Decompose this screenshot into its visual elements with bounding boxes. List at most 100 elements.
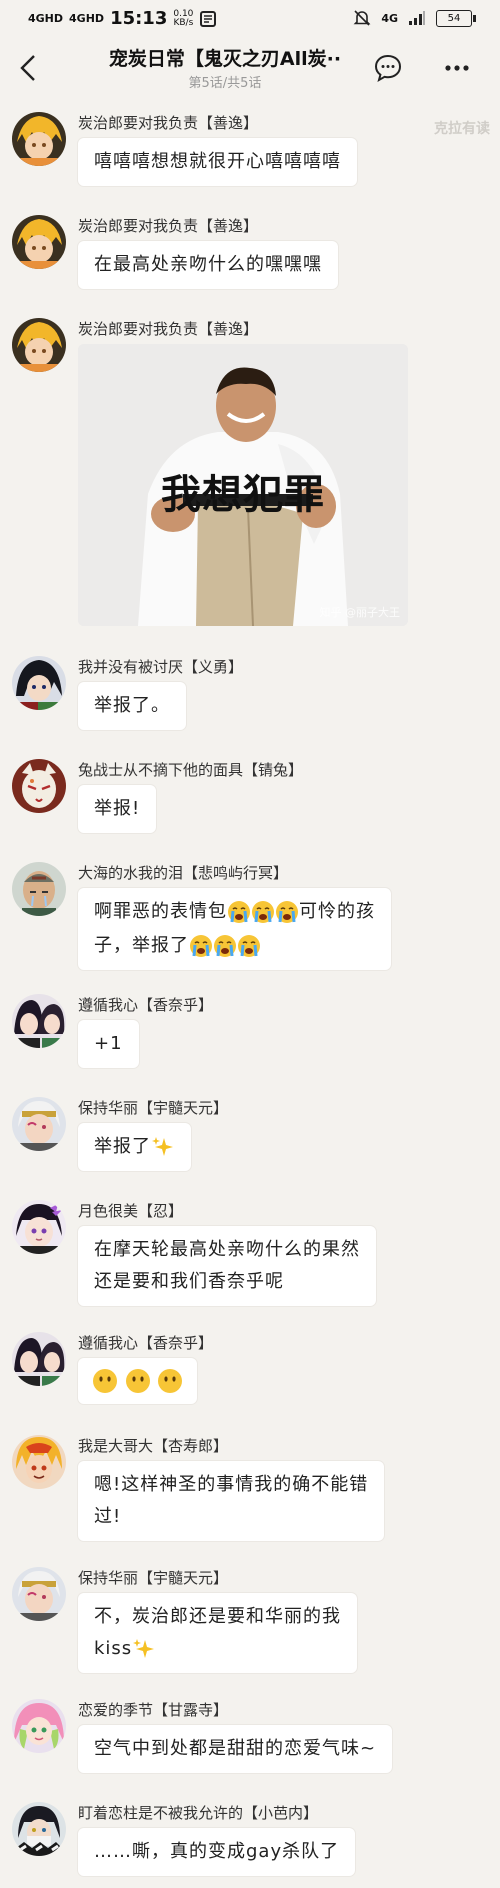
sender-name: 保持华丽【宇髓天元】	[78, 1099, 229, 1117]
zenitsu-avatar-icon	[12, 318, 66, 372]
comment-button[interactable]	[372, 52, 404, 84]
message-text: 子，举报了	[94, 935, 189, 956]
avatar[interactable]	[12, 318, 66, 372]
sender-name: 保持华丽【宇髓天元】	[78, 1569, 229, 1587]
crying-emoji-icon	[228, 901, 250, 923]
avatar[interactable]	[12, 656, 66, 710]
watermark: 克拉有读	[434, 121, 490, 137]
avatar[interactable]	[12, 1802, 66, 1856]
crying-emoji-icon	[214, 935, 236, 957]
message-text: 还是要和我们香奈乎呢	[94, 1271, 284, 1292]
message-bubble[interactable]: 举报!	[78, 785, 157, 833]
status-left: 4GHD 4GHD 15:13 0.10 KB/s	[28, 8, 217, 29]
signal-2-label: 4GHD	[69, 12, 105, 25]
message-bubble[interactable]: 举报了。	[78, 682, 186, 730]
rengoku-avatar-icon	[12, 1435, 66, 1489]
avatar[interactable]	[12, 215, 66, 269]
notification-icon	[200, 10, 217, 27]
message-bubble[interactable]: 嘻嘻嘻想想就很开心嘻嘻嘻嘻	[78, 138, 357, 186]
neutral-face-emoji-icon	[125, 1369, 150, 1393]
zenitsu-avatar-icon	[12, 215, 66, 269]
avatar[interactable]	[12, 1699, 66, 1753]
avatar[interactable]	[12, 1200, 66, 1254]
sender-name: 炭治郎要对我负责【善逸】	[78, 114, 259, 132]
net-speed: 0.10 KB/s	[173, 9, 194, 28]
sender-name: 大海的水我的泪【悲鸣屿行冥】	[78, 864, 289, 882]
message-text: 嗯!这样神圣的事情我的确不能错	[94, 1474, 369, 1495]
message-bubble[interactable]: 不，炭治郎还是要和华丽的我 kiss	[78, 1593, 357, 1673]
page-title-text: 宠炭日常【鬼灭之刃All炭	[108, 48, 327, 70]
message-bubble[interactable]: 举报了	[78, 1123, 191, 1171]
page-title-ellipsis: ··	[326, 48, 342, 70]
sender-name: 炭治郎要对我负责【善逸】	[78, 320, 259, 338]
message-text: 在摩天轮最高处亲吻什么的果然	[94, 1239, 360, 1260]
message-text: 举报了	[94, 1136, 151, 1157]
status-right: 4G 54	[353, 9, 476, 27]
mitsuri-avatar-icon	[12, 1699, 66, 1753]
message-bubble[interactable]: +1	[78, 1020, 139, 1068]
more-button[interactable]	[440, 52, 474, 84]
crying-emoji-icon	[252, 901, 274, 923]
obanai-avatar-icon	[12, 1802, 66, 1856]
sparkles-icon	[152, 1137, 173, 1156]
sender-name: 兔战士从不摘下他的面具【锖兔】	[78, 761, 304, 779]
page-title: 宠炭日常【鬼灭之刃All炭··	[70, 44, 380, 71]
sender-name: 我并没有被讨厌【义勇】	[78, 658, 244, 676]
crying-emoji-icon	[238, 935, 260, 957]
back-arrow-icon	[20, 55, 35, 81]
sender-name: 我是大哥大【杏寿郎】	[78, 1437, 229, 1455]
kanao-avatar-icon	[12, 1332, 66, 1386]
message-bubble[interactable]: 在摩天轮最高处亲吻什么的果然 还是要和我们香奈乎呢	[78, 1226, 376, 1306]
sparkles-icon	[133, 1639, 155, 1658]
avatar[interactable]	[12, 994, 66, 1048]
message-bubble[interactable]: 空气中到处都是甜甜的恋爱气味~	[78, 1725, 393, 1773]
sender-name: 月色很美【忍】	[78, 1202, 184, 1220]
back-button[interactable]	[14, 50, 44, 86]
sender-name: 遵循我心【香奈乎】	[78, 996, 214, 1014]
sender-name: 盯着恋柱是不被我允许的【小芭内】	[78, 1804, 319, 1822]
message-bubble[interactable]: ……嘶，真的变成gay杀队了	[78, 1828, 356, 1876]
message-bubble[interactable]: 在最高处亲吻什么的嘿嘿嘿	[78, 241, 338, 289]
avatar[interactable]	[12, 1332, 66, 1386]
avatar[interactable]	[12, 862, 66, 916]
episode-indicator: 第5话/共5话	[188, 76, 262, 91]
message-text: 可怜的孩	[299, 901, 375, 922]
tengen-avatar-icon	[12, 1567, 66, 1621]
avatar[interactable]	[12, 1435, 66, 1489]
sender-name: 炭治郎要对我负责【善逸】	[78, 217, 259, 235]
meme-credit: 知乎 @丽子大王	[319, 606, 401, 619]
crying-emoji-icon	[190, 935, 212, 957]
neutral-face-emoji-icon	[158, 1369, 183, 1393]
message-text: 过!	[94, 1506, 122, 1527]
shinobu-avatar-icon	[12, 1200, 66, 1254]
mute-icon	[353, 10, 371, 26]
signal-1-label: 4GHD	[28, 12, 64, 25]
avatar[interactable]	[12, 1567, 66, 1621]
meme-caption: 我想犯罪	[161, 472, 325, 518]
message-bubble[interactable]: 嗯!这样神圣的事情我的确不能错 过!	[78, 1461, 385, 1541]
battery-indicator: 54	[436, 9, 476, 27]
kanao-avatar-icon	[12, 994, 66, 1048]
sender-name: 恋爱的季节【甘露寺】	[78, 1701, 229, 1719]
message-bubble[interactable]	[78, 1358, 198, 1404]
nav-bar: 宠炭日常【鬼灭之刃All炭·· 第5话/共5话	[0, 38, 500, 98]
giyu-avatar-icon	[12, 656, 66, 710]
neutral-face-emoji-icon	[93, 1369, 117, 1393]
message-text: 不，炭治郎还是要和华丽的我	[94, 1606, 341, 1627]
meme-image[interactable]: 我想犯罪 知乎 @丽子大王	[78, 344, 408, 626]
net-speed-unit: KB/s	[173, 17, 194, 28]
clock: 15:13	[110, 8, 168, 29]
avatar[interactable]	[12, 112, 66, 166]
message-text: kiss	[94, 1638, 133, 1659]
signal-bars-icon	[409, 11, 425, 25]
comment-icon	[374, 54, 402, 83]
more-icon	[445, 65, 469, 71]
status-bar: 4GHD 4GHD 15:13 0.10 KB/s 4G 54	[0, 0, 500, 38]
avatar[interactable]	[12, 759, 66, 813]
network-label: 4G	[381, 11, 398, 25]
zenitsu-avatar-icon	[12, 112, 66, 166]
crying-emoji-icon	[276, 901, 298, 923]
message-bubble[interactable]: 啊罪恶的表情包 可怜的孩 子，举报了	[78, 888, 391, 970]
avatar[interactable]	[12, 1097, 66, 1151]
sender-name: 遵循我心【香奈乎】	[78, 1334, 214, 1352]
